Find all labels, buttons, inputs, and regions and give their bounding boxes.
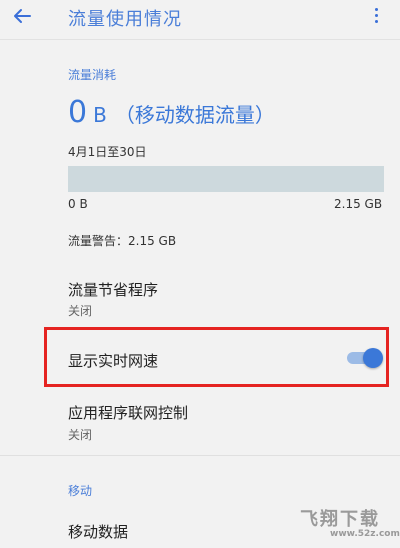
app-network-control-title[interactable]: 应用程序联网控制 (68, 402, 188, 423)
usage-summary: 0 B （移动数据流量） (68, 95, 275, 135)
usage-section-label: 流量消耗 (68, 68, 117, 82)
arrow-back-icon (14, 9, 31, 23)
app-network-control-status: 关闭 (68, 428, 93, 442)
mobile-data-title[interactable]: 移动数据 (68, 521, 128, 542)
section-divider (0, 455, 400, 456)
usage-description: （移动数据流量） (114, 103, 275, 127)
realtime-speed-title[interactable]: 显示实时网速 (68, 350, 158, 371)
app-bar: 流量使用情况 (0, 0, 400, 40)
usage-unit: B (93, 103, 107, 127)
usage-warning: 流量警告：2.15 GB (68, 234, 177, 248)
data-saver-status: 关闭 (68, 304, 93, 318)
realtime-speed-toggle[interactable] (345, 348, 383, 368)
more-vert-icon (374, 7, 378, 11)
usage-bar-min-label: 0 B (68, 197, 88, 211)
usage-amount: 0 (68, 95, 88, 130)
usage-period: 4月1日至30日 (68, 145, 147, 159)
usage-bar-max-label: 2.15 GB (334, 197, 383, 211)
mobile-section-label: 移动 (68, 484, 93, 498)
usage-bar (68, 166, 384, 192)
back-button[interactable] (8, 2, 36, 30)
data-saver-title[interactable]: 流量节省程序 (68, 279, 158, 300)
more-options-button[interactable] (366, 4, 386, 26)
watermark-url: www.52z.com (330, 529, 400, 539)
page-title: 流量使用情况 (68, 9, 182, 30)
watermark-brand: 飞翔下载 (300, 509, 380, 530)
toggle-knob (363, 348, 383, 368)
watermark: 飞翔下载 www.52z.com (300, 505, 400, 545)
